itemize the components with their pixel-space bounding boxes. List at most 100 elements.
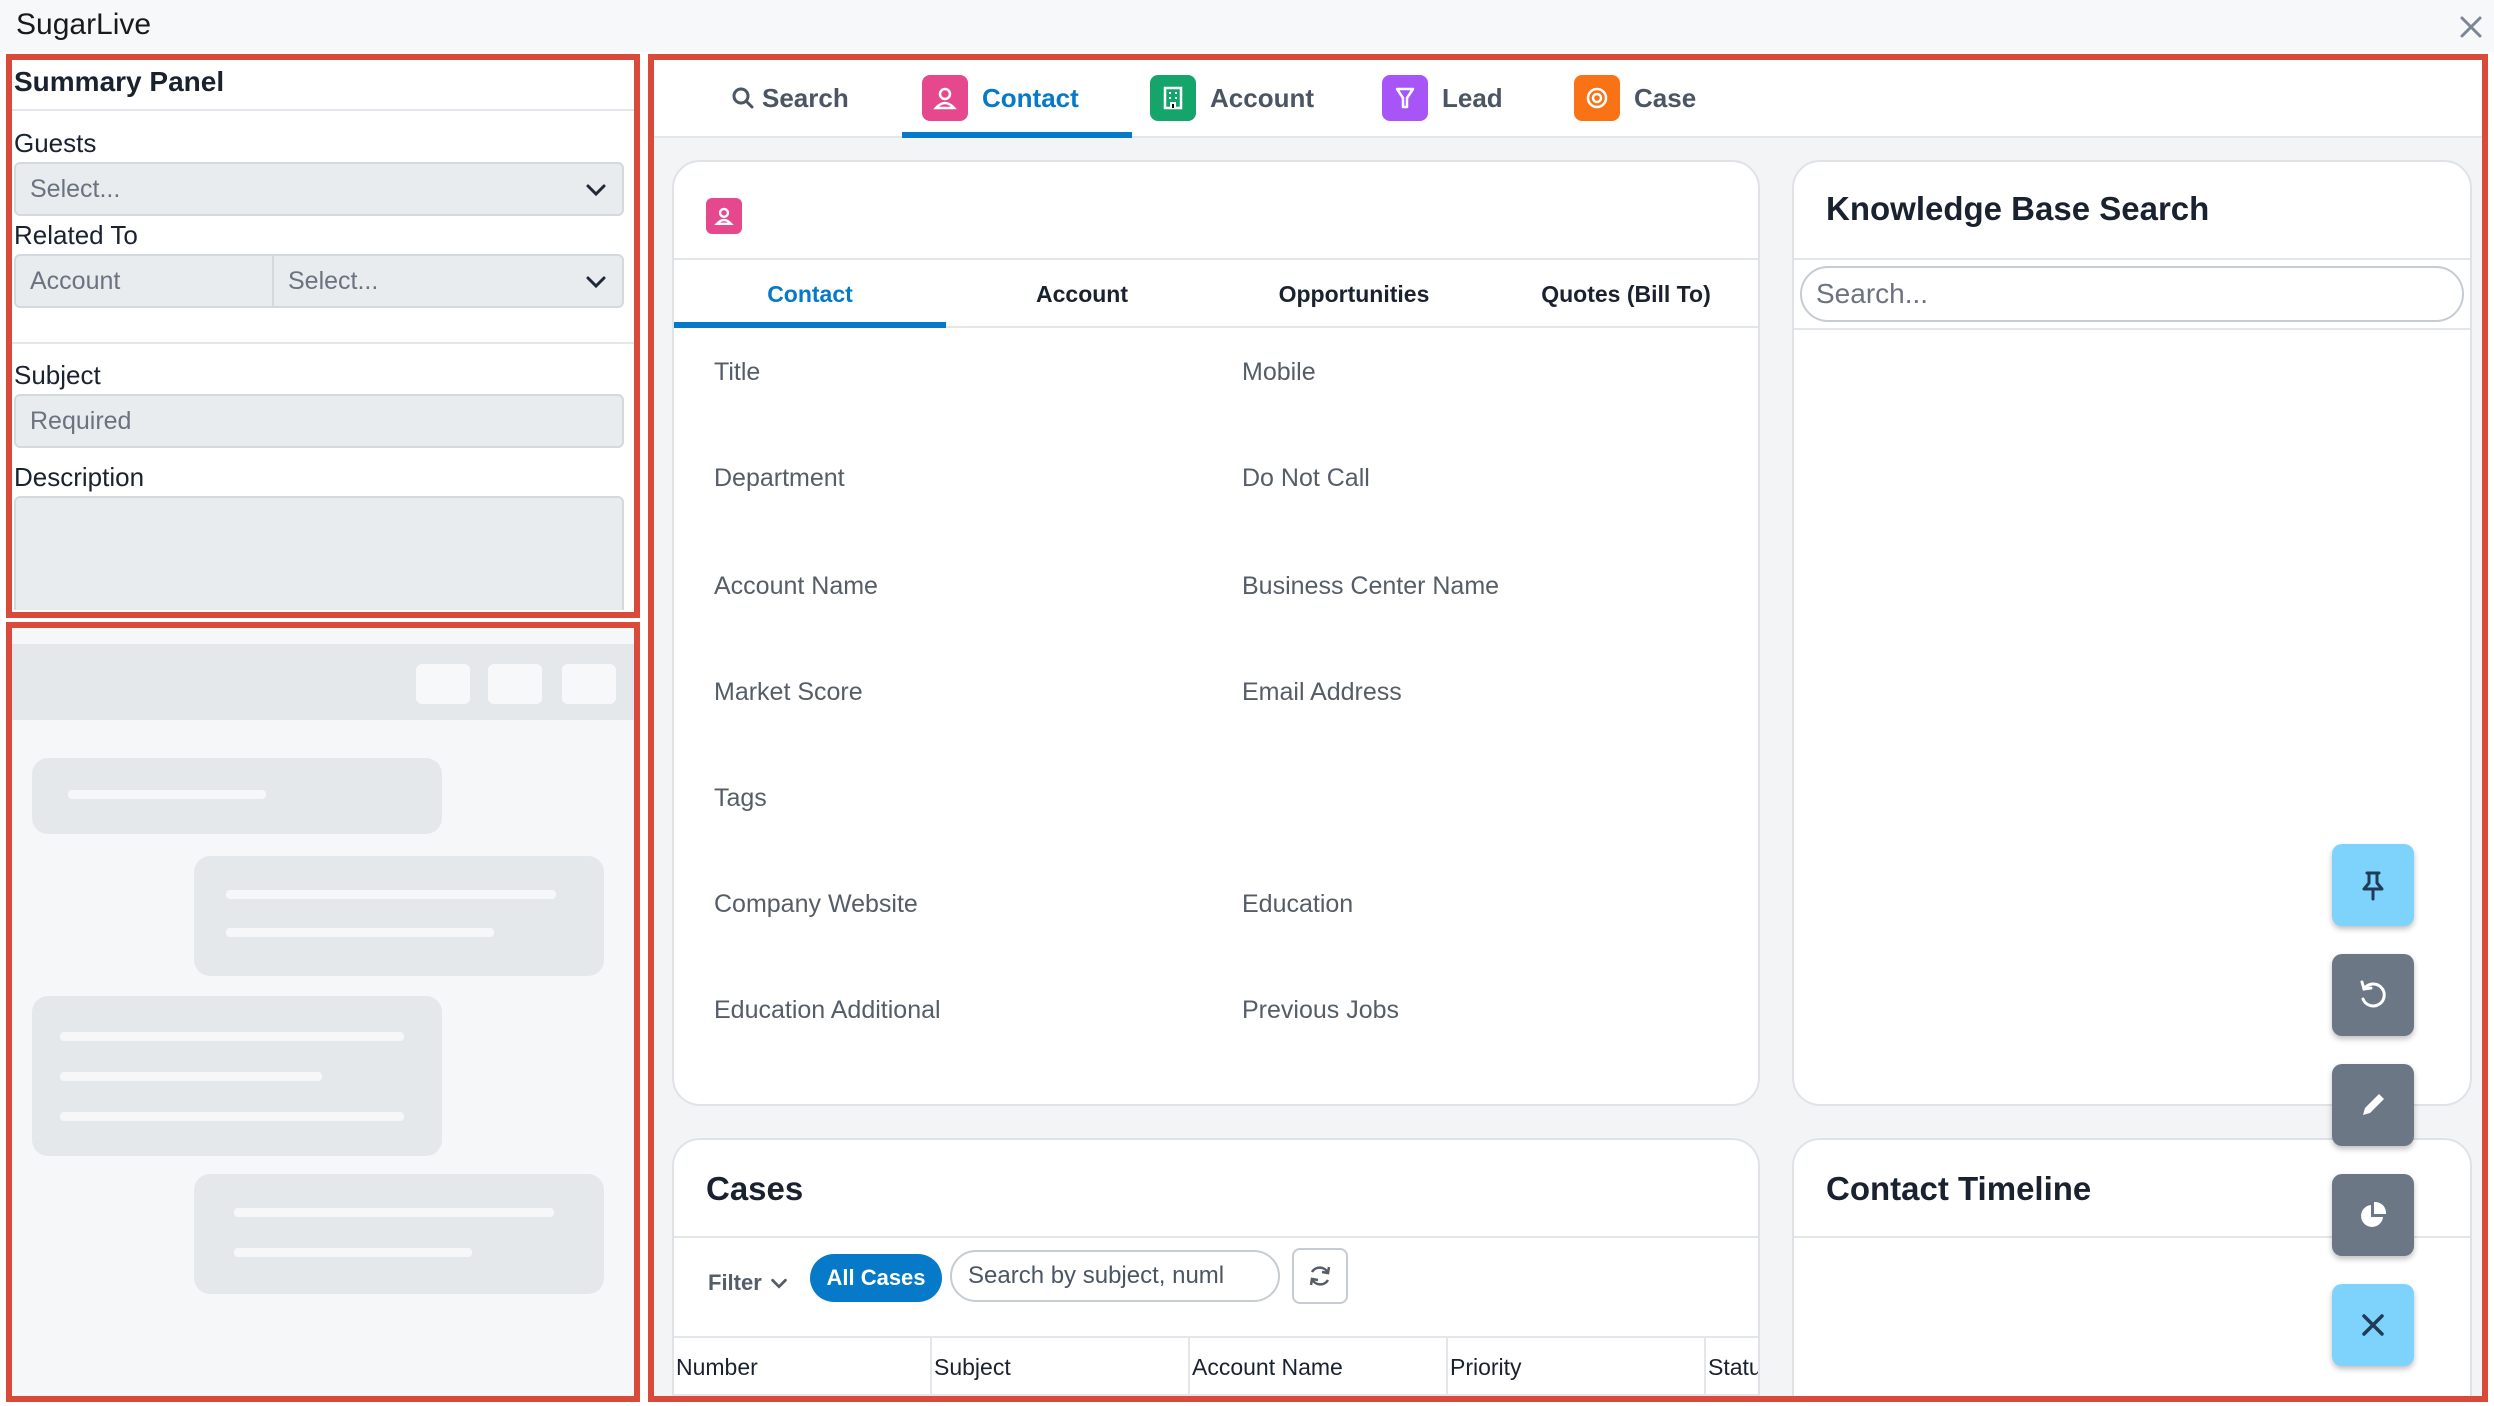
chat-placeholder-panel (8, 626, 638, 1396)
tab-contact[interactable]: Contact (922, 58, 1079, 138)
pin-button[interactable] (2332, 844, 2414, 926)
filter-button[interactable]: Filter (708, 1270, 790, 1296)
undo-button[interactable] (2332, 954, 2414, 1036)
window-titlebar: SugarLive (0, 0, 2494, 52)
divider (8, 109, 638, 111)
field-label: Account Name (714, 572, 878, 600)
dashlet-panel: Search Contact Account Lead Case Contact… (652, 58, 2484, 1398)
kb-search-input[interactable] (1800, 266, 2464, 322)
all-cases-button[interactable]: All Cases (810, 1254, 942, 1302)
tab-label: Account (1210, 82, 1314, 113)
chevron-down-icon (586, 276, 606, 289)
contact-icon (706, 198, 742, 234)
contact-subtabs: Contact Account Opportunities Quotes (Bi… (674, 258, 1758, 328)
divider (1794, 258, 2470, 260)
chevron-down-icon (771, 1278, 787, 1289)
refresh-button[interactable] (1292, 1248, 1348, 1304)
guests-label: Guests (14, 128, 97, 158)
field-label: Title (714, 358, 761, 386)
subject-label: Subject (14, 360, 101, 390)
related-record-value: Select... (288, 266, 379, 295)
cases-table-header: Number Subject Account Name Priority Sta… (674, 1336, 1758, 1396)
column-header-number[interactable]: Number (674, 1338, 932, 1396)
guests-select-value: Select... (30, 174, 121, 203)
related-record-select[interactable]: Select... (272, 254, 624, 308)
contact-icon (922, 75, 968, 121)
kb-title: Knowledge Base Search (1826, 190, 2210, 227)
summary-panel-title: Summary Panel (14, 66, 225, 97)
lifebuoy-icon (1574, 75, 1620, 121)
subtab-opportunities[interactable]: Opportunities (1218, 260, 1490, 328)
subtab-account[interactable]: Account (946, 260, 1218, 328)
related-module-value: Account (30, 266, 121, 295)
related-module-field: Account (14, 254, 274, 308)
field-label: Education Additional (714, 996, 941, 1024)
subtab-quotes[interactable]: Quotes (Bill To) (1490, 260, 1758, 328)
window-close-icon[interactable] (2454, 10, 2488, 44)
field-label: Previous Jobs (1242, 996, 1400, 1024)
filter-label: Filter (708, 1270, 762, 1295)
lead-icon (1382, 75, 1428, 121)
field-label: Do Not Call (1242, 464, 1370, 492)
tab-label: Lead (1442, 82, 1503, 113)
guests-select[interactable]: Select... (14, 162, 624, 216)
cases-title: Cases (706, 1170, 804, 1207)
column-header-subject[interactable]: Subject (932, 1338, 1190, 1396)
chat-bubble (32, 758, 442, 834)
subject-placeholder: Required (30, 406, 132, 435)
field-label: Market Score (714, 678, 863, 706)
edit-button[interactable] (2332, 1064, 2414, 1146)
close-icon (2362, 1314, 2384, 1336)
description-label: Description (14, 462, 145, 492)
summary-panel: Summary Panel Guests Select... Related T… (8, 58, 638, 610)
tab-lead[interactable]: Lead (1382, 58, 1503, 138)
tab-label: Case (1634, 82, 1697, 113)
timeline-title: Contact Timeline (1826, 1170, 2092, 1207)
module-tabs: Search Contact Account Lead Case (652, 58, 2484, 138)
refresh-icon (1309, 1266, 1331, 1286)
field-label: Business Center Name (1242, 572, 1500, 600)
related-to-label: Related To (14, 220, 138, 250)
chat-bubble (194, 1174, 604, 1294)
chat-bubble (32, 996, 442, 1156)
field-label: Education (1242, 890, 1354, 918)
chart-button[interactable] (2332, 1174, 2414, 1256)
column-header-account-name[interactable]: Account Name (1190, 1338, 1448, 1396)
app-title: SugarLive (16, 8, 152, 41)
tab-label: Search (762, 82, 849, 113)
chat-bubble (194, 856, 604, 976)
divider (674, 1236, 1758, 1238)
subject-input[interactable]: Required (14, 394, 624, 448)
chat-toolbar-button (416, 664, 470, 704)
pin-icon (2362, 871, 2384, 901)
chat-toolbar-button (562, 664, 616, 704)
cases-dashlet: Cases Filter All Cases Number Subject Ac… (672, 1138, 1760, 1398)
tab-search[interactable]: Search (730, 58, 849, 138)
search-icon (732, 87, 754, 109)
tab-label: Contact (982, 82, 1079, 113)
chevron-down-icon (586, 184, 606, 197)
field-label: Tags (714, 784, 767, 812)
chat-toolbar (8, 644, 638, 720)
field-label: Email Address (1242, 678, 1402, 706)
pencil-icon (2363, 1094, 2384, 1115)
tab-account[interactable]: Account (1150, 58, 1314, 138)
divider (1794, 328, 2470, 330)
column-header-priority[interactable]: Priority (1448, 1338, 1706, 1396)
undo-icon (2360, 980, 2386, 1008)
chat-toolbar-button (488, 664, 542, 704)
tab-case[interactable]: Case (1574, 58, 1696, 138)
building-icon (1150, 75, 1196, 121)
column-header-status[interactable]: Status (1706, 1338, 1758, 1396)
cases-search-input[interactable] (950, 1250, 1280, 1302)
field-label: Company Website (714, 890, 918, 918)
active-subtab-indicator (674, 322, 946, 328)
subtab-contact[interactable]: Contact (674, 260, 946, 328)
divider (8, 342, 638, 344)
field-label: Department (714, 464, 845, 492)
description-textarea[interactable] (14, 496, 624, 610)
contact-dashlet: Contact Account Opportunities Quotes (Bi… (672, 160, 1760, 1106)
field-label: Mobile (1242, 358, 1316, 386)
active-tab-indicator (902, 132, 1132, 138)
close-button[interactable] (2332, 1284, 2414, 1366)
